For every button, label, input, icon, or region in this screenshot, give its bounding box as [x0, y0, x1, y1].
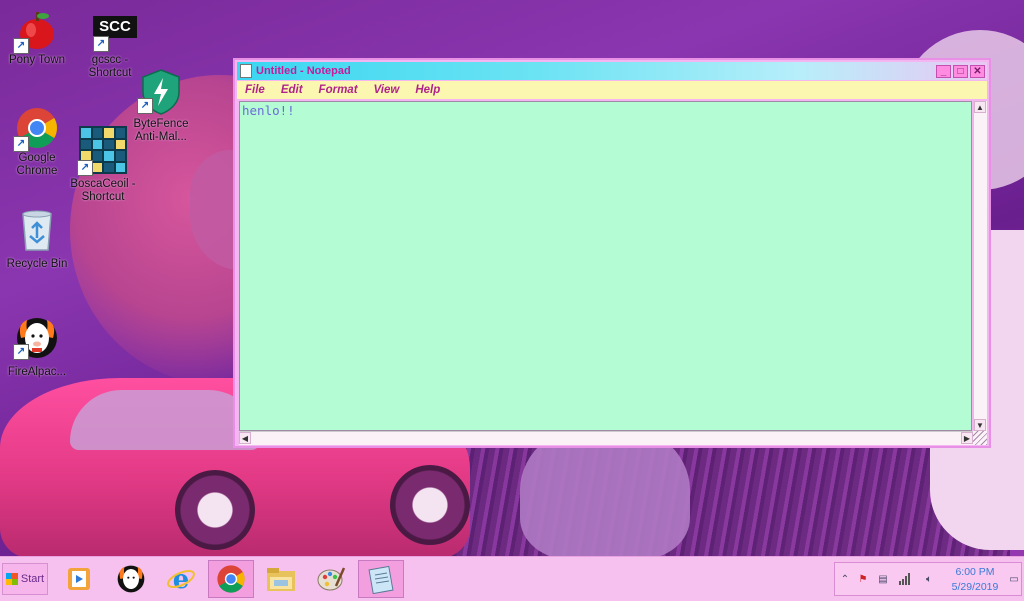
desktop-icon-label: BoscaCeoil -: [70, 178, 136, 190]
shortcut-arrow-icon: ↗: [13, 38, 29, 54]
volume-icon[interactable]: 🔈︎: [923, 574, 935, 586]
desktop-icon-label: gcscc -: [91, 54, 129, 66]
apple-icon: ↗: [13, 8, 59, 54]
scc-badge: SCC: [93, 16, 137, 38]
shortcut-arrow-icon: ↗: [13, 136, 29, 152]
menu-view[interactable]: View: [366, 84, 408, 96]
desktop-icon-firealpaca[interactable]: ↗ FireAlpac...: [2, 314, 72, 379]
maximize-button[interactable]: □: [953, 64, 968, 78]
shield-icon: ↗: [137, 68, 183, 115]
svg-text:e: e: [173, 565, 190, 594]
show-desktop-icon[interactable]: ▭: [1007, 574, 1021, 586]
taskbar-firealpaca[interactable]: [108, 560, 154, 598]
wallpaper-wheel: [175, 470, 255, 550]
taskbar-chrome[interactable]: [208, 560, 254, 598]
start-button[interactable]: Start: [2, 563, 48, 595]
menu-edit[interactable]: Edit: [273, 84, 311, 96]
desktop-icon-label: Recycle Bin: [6, 258, 68, 270]
taskbar-media-player[interactable]: [56, 560, 102, 598]
desktop-icon-label: Google: [18, 152, 56, 164]
resize-grip[interactable]: [973, 431, 987, 445]
menu-help[interactable]: Help: [407, 84, 448, 96]
file-explorer-icon: [267, 568, 295, 591]
chrome-icon: [217, 565, 245, 593]
chrome-icon: ↗: [13, 106, 59, 152]
notepad-icon: [368, 565, 394, 594]
show-hidden-icons-chevron-icon[interactable]: ⌃: [839, 574, 851, 586]
device-icon[interactable]: ▤: [877, 574, 889, 586]
desktop-icon-label: Pony Town: [8, 54, 66, 66]
clock-time: 6:00 PM: [955, 566, 995, 578]
taskbar-file-explorer[interactable]: [258, 560, 304, 598]
desktop-icon-pony-town[interactable]: ↗ Pony Town: [2, 8, 72, 67]
taskbar-internet-explorer[interactable]: e: [158, 560, 204, 598]
taskbar-clock[interactable]: 6:00 PM 5/29/2019: [945, 565, 1005, 595]
desktop-icon-recycle-bin[interactable]: Recycle Bin: [2, 206, 72, 271]
desktop-icon-label: Chrome: [16, 165, 58, 177]
window-title: Untitled - Notepad: [256, 65, 351, 77]
scroll-right-icon[interactable]: ▶: [961, 432, 973, 444]
shortcut-arrow-icon: ↗: [137, 98, 153, 114]
menu-format[interactable]: Format: [311, 84, 366, 96]
menu-file[interactable]: File: [237, 84, 273, 96]
horizontal-scrollbar[interactable]: ◀ ▶: [239, 431, 973, 445]
notepad-titlebar[interactable]: Untitled - Notepad _ □ ✕: [237, 62, 987, 80]
recycle-bin-icon: [15, 206, 59, 251]
text-editor[interactable]: henlo!!: [239, 101, 972, 431]
scroll-up-icon[interactable]: ▲: [974, 101, 986, 113]
desktop-icon-boscaceoil[interactable]: ↗ BoscaCeoil - Shortcut: [68, 126, 138, 204]
menu-bar: File Edit Format View Help: [237, 81, 987, 99]
taskbar: Start e ⌃ ⚑ ▤ 🔈︎ 6:00 PM 5/29/2019 ▭: [0, 556, 1024, 601]
system-tray: ⌃ ⚑ ▤ 🔈︎ 6:00 PM 5/29/2019 ▭: [834, 562, 1022, 596]
notepad-icon: [240, 64, 252, 78]
network-signal-icon[interactable]: [899, 573, 911, 585]
close-button[interactable]: ✕: [970, 64, 985, 78]
media-player-icon: [68, 568, 90, 590]
firealpaca-icon: [117, 565, 145, 593]
action-center-flag-icon[interactable]: ⚑: [857, 574, 869, 586]
desktop-icon-label: Shortcut: [81, 191, 125, 203]
scroll-left-icon[interactable]: ◀: [239, 432, 251, 444]
taskbar-paint[interactable]: [308, 560, 354, 598]
desktop-icon-google-chrome[interactable]: ↗ Google Chrome: [2, 106, 72, 178]
start-label: Start: [20, 573, 45, 585]
minimize-button[interactable]: _: [936, 64, 951, 78]
shortcut-arrow-icon: ↗: [13, 344, 29, 360]
scc-logo-icon: SCC ↗: [83, 8, 137, 52]
wallpaper-wheel: [390, 465, 470, 545]
internet-explorer-icon: e: [167, 565, 195, 594]
alpaca-icon: ↗: [13, 314, 59, 360]
paint-icon: [317, 567, 346, 591]
desktop-icon-label: FireAlpac...: [7, 366, 67, 378]
scroll-down-icon[interactable]: ▼: [974, 419, 986, 431]
sequencer-grid-icon: ↗: [77, 126, 127, 176]
vertical-scrollbar[interactable]: ▲ ▼: [973, 101, 987, 431]
wallpaper-car-window: [70, 390, 260, 450]
shortcut-arrow-icon: ↗: [93, 36, 109, 52]
taskbar-notepad[interactable]: [358, 560, 404, 598]
notepad-window[interactable]: Untitled - Notepad _ □ ✕ File Edit Forma…: [233, 58, 991, 448]
windows-logo-icon: [5, 573, 18, 585]
clock-date: 5/29/2019: [951, 581, 999, 593]
shortcut-arrow-icon: ↗: [77, 160, 93, 176]
